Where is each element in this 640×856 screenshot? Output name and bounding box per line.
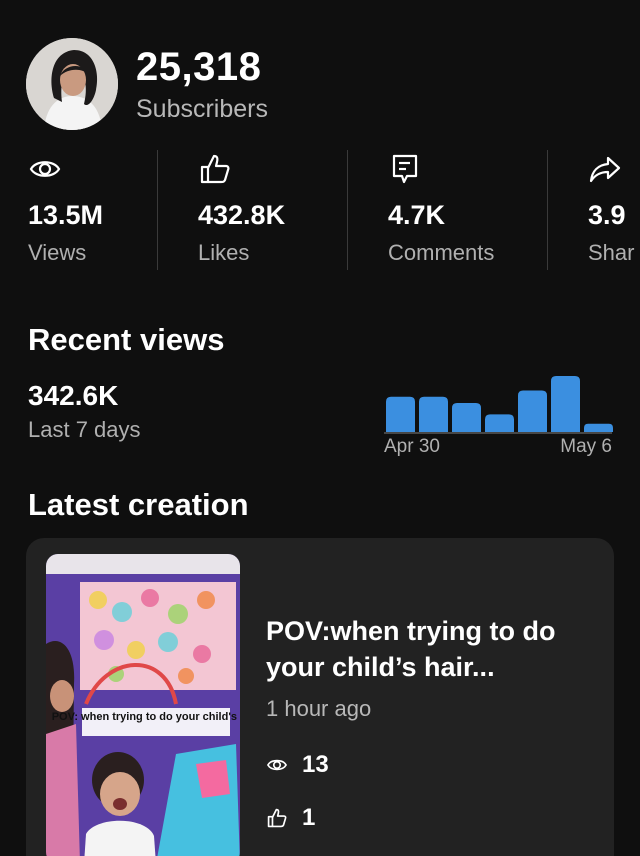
video-title[interactable]: POV:when trying to do your child’s hair.…	[266, 614, 596, 686]
share-icon	[588, 152, 622, 186]
divider	[547, 150, 548, 270]
chart-bar-may-2	[452, 402, 481, 432]
chart-bar-may-1	[419, 396, 448, 432]
stat-label: Shar	[588, 240, 635, 265]
recent-views-period: Last 7 days	[28, 417, 141, 442]
thumbs-up-icon	[198, 152, 232, 186]
chart-bar-may-5	[551, 376, 580, 432]
thumbs-up-icon	[267, 808, 287, 828]
subscriber-label: Subscribers	[136, 94, 268, 123]
x-tick-label: Apr 30	[384, 436, 440, 457]
recent-views-chart[interactable]: Apr 30 May 6	[382, 370, 614, 460]
stat-label: Likes	[198, 240, 250, 265]
video-views-count: 13	[302, 751, 329, 778]
divider	[157, 150, 158, 270]
comment-icon	[388, 152, 422, 186]
stats-row: 13.5M Views 432.8K Likes 4.7K Comments 3…	[0, 146, 640, 270]
stat-value: 3.9	[588, 200, 626, 230]
x-tick-label: May 6	[560, 436, 612, 457]
recent-views-value: 342.6K	[28, 380, 119, 411]
video-likes: 1	[266, 804, 315, 832]
thumbnail-caption: POV: when trying to do your child's hair	[52, 711, 240, 723]
stat-value: 4.7K	[388, 200, 446, 230]
stat-value: 432.8K	[198, 200, 286, 230]
stat-label: Views	[28, 240, 87, 265]
chart-bar-may-6	[584, 423, 613, 432]
subscriber-count: 25,318	[136, 44, 262, 89]
stat-label: Comments	[388, 240, 495, 265]
video-thumbnail[interactable]: POV: when trying to do your child's hair	[46, 554, 240, 856]
profile-header: 25,318 Subscribers	[26, 38, 268, 130]
latest-video-card[interactable]: POV: when trying to do your child's hair…	[26, 538, 614, 856]
video-likes-count: 1	[302, 804, 316, 831]
video-posted-time: 1 hour ago	[266, 696, 372, 721]
divider	[347, 150, 348, 270]
chart-bar-apr-30	[386, 396, 415, 432]
eye-icon	[28, 152, 62, 186]
latest-creation-heading: Latest creation	[28, 487, 249, 522]
chart-bar-may-3	[485, 414, 514, 432]
video-views: 13	[266, 751, 329, 779]
eye-icon	[266, 759, 288, 771]
recent-views-heading: Recent views	[28, 322, 225, 357]
avatar[interactable]	[26, 38, 118, 130]
chart-bar-may-4	[518, 390, 547, 432]
stat-value: 13.5M	[28, 200, 104, 230]
